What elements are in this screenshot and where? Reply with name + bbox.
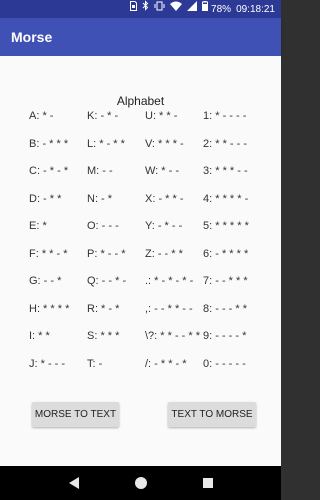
morse-code-entry: C: - * - * [29, 165, 69, 177]
morse-code-entry: 8: - - - * * [203, 302, 248, 315]
vibrate-icon [154, 0, 165, 18]
wifi-icon [170, 0, 183, 18]
morse-code-entry: W: * - - [145, 165, 180, 177]
recents-icon[interactable] [196, 471, 220, 495]
morse-code-entry: .: * - * - * - [145, 275, 194, 287]
morse-code-entry: U: * * - [145, 110, 178, 122]
battery-icon [202, 0, 209, 18]
morse-code-entry: B: - * * * [29, 137, 69, 150]
battery-percentage: 78% [211, 3, 232, 15]
back-icon[interactable] [62, 471, 86, 495]
morse-code-grid: A: * - K: - * - U: * * - 1: * - - - - B: - *… [29, 109, 261, 384]
home-icon[interactable] [129, 471, 153, 495]
morse-code-entry: A: * - [29, 110, 54, 122]
morse-code-entry: 6: - * * * * [203, 247, 249, 260]
morse-code-entry: K: - * - [87, 110, 119, 122]
main-content: Alphabet A: * - K: - * - U: * * - 1: * - - … [0, 56, 281, 466]
morse-code-entry: Z: - - * * [145, 247, 183, 260]
morse-code-entry: H: * * * * [29, 302, 70, 315]
morse-code-entry: V: * * * - [145, 137, 184, 150]
morse-code-entry: 7: - - * * * [203, 275, 248, 287]
app-bar: Morse [0, 18, 281, 56]
morse-code-entry: T: - [87, 357, 103, 370]
signal-icon [187, 0, 198, 18]
morse-code-entry: N: - * [87, 192, 113, 205]
morse-code-entry: X: - * * - [145, 192, 184, 205]
morse-code-entry: ,: - - * * - - [145, 302, 193, 315]
alphabet-heading: Alphabet [116, 94, 165, 108]
navigation-bar [0, 466, 281, 500]
status-bar: 78% 09:18:21 [0, 0, 281, 18]
morse-code-entry: D: - * * [29, 192, 62, 205]
bluetooth-icon [142, 0, 149, 18]
morse-code-entry: E: * [29, 220, 47, 232]
morse-code-entry: 4: * * * * - [203, 192, 249, 205]
morse-code-entry: R: * - * [87, 302, 120, 315]
morse-code-entry: S: * * * [87, 330, 120, 342]
text-to-morse-button[interactable]: TEXT TO MORSE [168, 402, 256, 427]
morse-code-entry: \?: * * - - * * [145, 330, 201, 342]
morse-code-entry: L: * - * * [87, 137, 125, 150]
morse-code-entry: I: * * [29, 330, 50, 342]
morse-to-text-button[interactable]: MORSE TO TEXT [32, 402, 119, 427]
morse-code-entry: P: * - - * [87, 247, 126, 260]
morse-code-entry: F: * * - * [29, 247, 68, 260]
morse-code-entry: O: - - - [87, 220, 119, 232]
morse-code-entry: 9: - - - - * [203, 330, 247, 342]
morse-code-entry: G: - - * [29, 275, 62, 287]
morse-code-entry: M: - - [87, 165, 113, 177]
morse-code-entry: 1: * - - - - [203, 110, 247, 122]
morse-code-entry: /: - * * - * [145, 357, 187, 370]
morse-code-entry: Y: - * - - [145, 220, 183, 232]
status-clock: 09:18:21 [236, 3, 275, 15]
sim-icon [130, 0, 138, 18]
morse-code-entry: Q: - - * - [87, 275, 127, 287]
morse-code-entry: J: * - - - [29, 357, 66, 370]
app-title: Morse [11, 29, 53, 45]
morse-code-entry: 3: * * * - - [203, 165, 248, 177]
morse-code-entry: 5: * * * * * [203, 220, 249, 232]
morse-code-entry: 0: - - - - - [203, 357, 246, 370]
morse-code-entry: 2: * * - - - [203, 137, 248, 150]
